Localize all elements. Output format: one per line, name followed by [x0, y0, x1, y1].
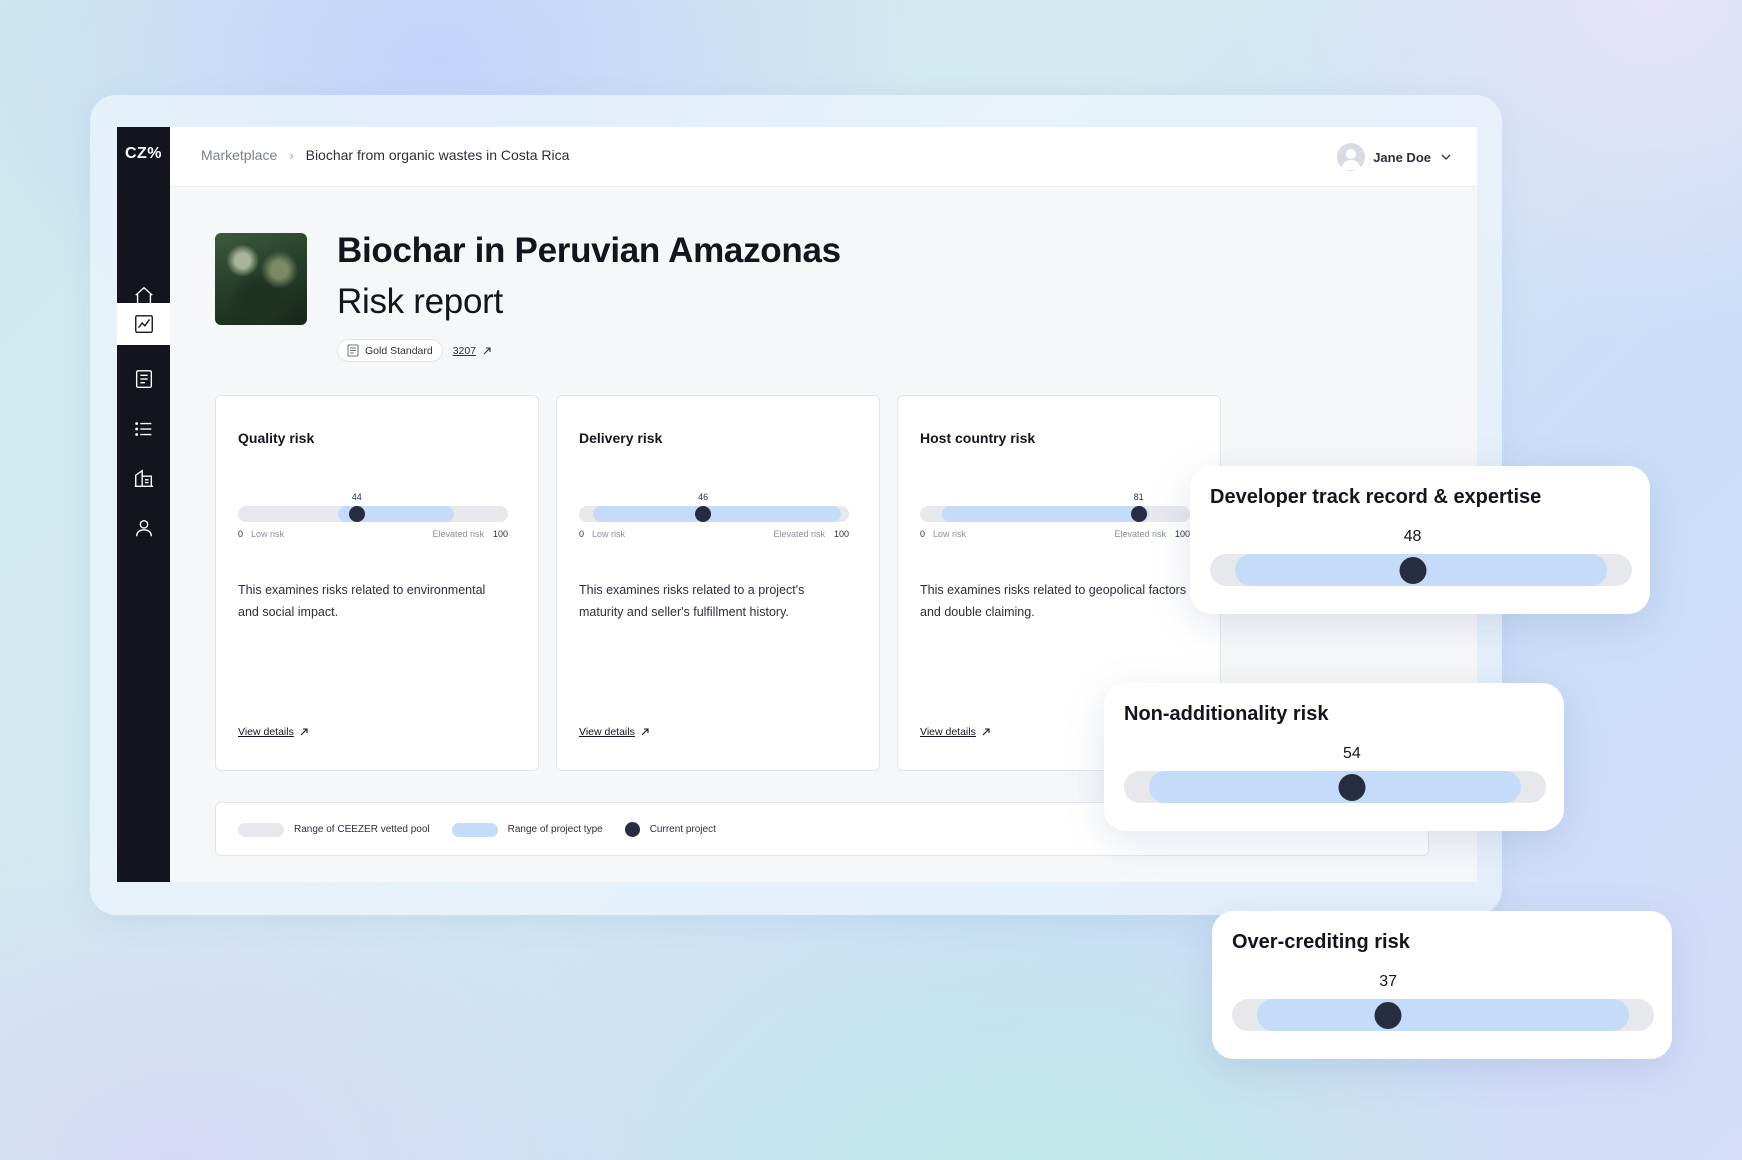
project-type-range: [1149, 771, 1521, 803]
buildings-icon: [134, 469, 153, 487]
registry-id: 3207: [452, 344, 477, 357]
current-project-marker[interactable]: [695, 506, 712, 522]
legend-swatch: [451, 822, 498, 837]
risk-card-quality: Quality risk 44 0 Low risk Elevated risk…: [215, 395, 539, 771]
topbar: Marketplace › Biochar from organic waste…: [170, 127, 1477, 187]
legend-swatch: [624, 822, 640, 837]
float-card-title: Developer track record & expertise: [1210, 486, 1542, 508]
float-card-over-crediting: Over-crediting risk 37: [1212, 911, 1672, 1059]
current-project-marker[interactable]: [1338, 774, 1366, 801]
current-project-marker[interactable]: [348, 506, 365, 522]
breadcrumb: Marketplace › Biochar from organic waste…: [201, 147, 569, 163]
registry-link[interactable]: 3207: [453, 345, 492, 357]
app-logo[interactable]: CZ%: [117, 145, 170, 163]
external-link-icon: [641, 728, 649, 736]
legend-item-project-type: Range of project type: [451, 822, 603, 837]
score-label: 48: [1403, 528, 1422, 545]
score-label: 44: [351, 492, 362, 502]
card-title: Delivery risk: [579, 430, 663, 446]
scale-low-label: Low risk: [592, 529, 626, 539]
legend-label: Range of project type: [507, 824, 603, 835]
float-card-title: Non-additionality risk: [1124, 703, 1329, 725]
score-label: 37: [1379, 973, 1398, 990]
nav-buildings[interactable]: [117, 457, 170, 499]
page-title: Biochar in Peruvian Amazonas: [337, 231, 841, 270]
nav-profile[interactable]: [117, 507, 170, 549]
scale-elevated-label: Elevated risk: [773, 529, 825, 539]
view-details-label: View details: [238, 726, 294, 738]
legend-label: Range of CEEZER vetted pool: [294, 824, 430, 835]
breadcrumb-separator: ›: [289, 147, 294, 163]
scale-elevated-label: Elevated risk: [432, 529, 484, 539]
risk-card-delivery: Delivery risk 46 0 Low risk Elevated ris…: [556, 395, 880, 771]
avatar: [1337, 143, 1366, 171]
view-details-link[interactable]: View details: [920, 726, 991, 738]
external-link-icon: [483, 346, 491, 354]
legend-item-pool: Range of CEEZER vetted pool: [238, 822, 430, 837]
chart-icon: [134, 315, 153, 333]
card-description: This examines risks related to environme…: [238, 583, 486, 619]
legend-swatch: [238, 822, 284, 837]
risk-slider: [579, 506, 849, 522]
card-title: Quality risk: [238, 430, 315, 446]
card-description: This examines risks related to a project…: [579, 583, 805, 619]
certificate-icon: [347, 344, 359, 357]
breadcrumb-marketplace[interactable]: Marketplace: [201, 147, 277, 163]
document-icon: [135, 370, 152, 388]
user-icon: [135, 519, 152, 537]
float-card-developer-track-record: Developer track record & expertise 48: [1190, 466, 1650, 614]
page-subtitle: Risk report: [337, 282, 503, 321]
float-card-title: Over-crediting risk: [1232, 931, 1410, 953]
scale-elevated-label: Elevated risk: [1114, 529, 1166, 539]
scale-low-label: Low risk: [251, 529, 285, 539]
external-link-icon: [982, 728, 990, 736]
risk-slider: [1210, 554, 1632, 586]
view-details-link[interactable]: View details: [579, 726, 650, 738]
score-label: 54: [1342, 745, 1361, 762]
card-title: Host country risk: [920, 430, 1036, 446]
float-card-non-additionality: Non-additionality risk 54: [1104, 683, 1564, 831]
scale-min: 0: [579, 529, 585, 539]
legend-item-current: Current project: [624, 822, 716, 837]
sidebar: CZ%: [117, 127, 170, 882]
nav-risk-report[interactable]: [117, 303, 170, 345]
nav-documents[interactable]: [117, 358, 170, 400]
legend-label: Current project: [649, 824, 716, 835]
user-menu[interactable]: Jane Doe: [1337, 143, 1453, 171]
scale-max: 100: [1174, 529, 1190, 539]
card-description: This examines risks related to geopolica…: [920, 583, 1187, 619]
risk-slider: [238, 506, 508, 522]
current-project-marker[interactable]: [1130, 506, 1147, 522]
scale-max: 100: [833, 529, 849, 539]
scale-min: 0: [238, 529, 244, 539]
current-project-marker[interactable]: [1399, 557, 1427, 584]
nav-list[interactable]: [117, 408, 170, 450]
score-label: 81: [1133, 492, 1144, 502]
user-name: Jane Doe: [1373, 149, 1431, 165]
chevron-down-icon: [1441, 154, 1451, 160]
list-icon: [134, 422, 151, 436]
standard-badge: Gold Standard: [337, 339, 443, 362]
scale-min: 0: [920, 529, 926, 539]
risk-slider: [1232, 999, 1654, 1031]
breadcrumb-current: Biochar from organic wastes in Costa Ric…: [305, 147, 570, 163]
view-details-link[interactable]: View details: [238, 726, 309, 738]
external-link-icon: [300, 728, 308, 736]
risk-slider: [920, 506, 1190, 522]
risk-slider: [1124, 771, 1546, 803]
standard-label: Gold Standard: [365, 344, 433, 357]
view-details-label: View details: [920, 726, 976, 738]
project-thumbnail: [215, 233, 307, 325]
project-type-range: [941, 506, 1150, 522]
project-type-range: [1257, 999, 1629, 1031]
project-tags: Gold Standard 3207: [337, 339, 492, 362]
scale-max: 100: [492, 529, 508, 539]
current-project-marker[interactable]: [1374, 1002, 1402, 1029]
view-details-label: View details: [579, 726, 635, 738]
score-label: 46: [698, 492, 709, 502]
scale-low-label: Low risk: [933, 529, 967, 539]
project-type-range: [592, 506, 841, 522]
